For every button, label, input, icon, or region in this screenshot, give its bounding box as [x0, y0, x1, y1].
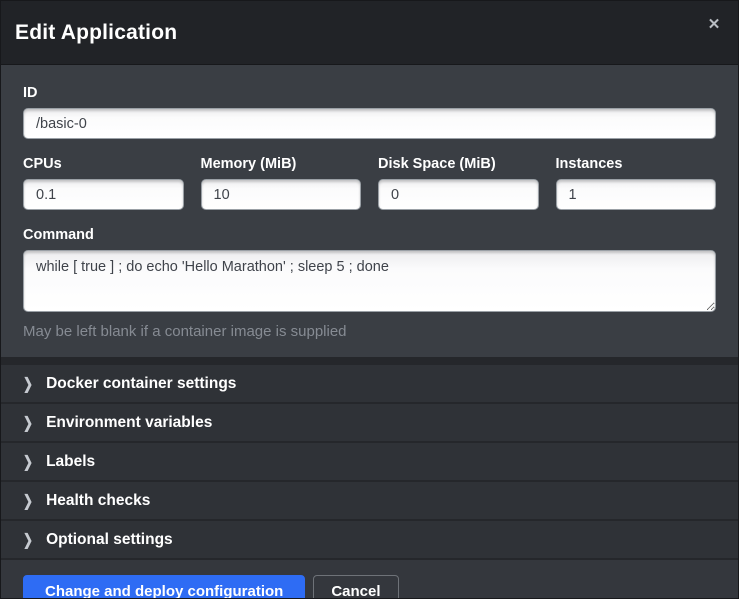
modal-header: Edit Application ✕: [1, 1, 738, 65]
command-help-text: May be left blank if a container image i…: [23, 323, 716, 340]
command-textarea[interactable]: while [ true ] ; do echo 'Hello Marathon…: [23, 250, 716, 312]
id-field-group: ID: [23, 85, 716, 139]
modal-footer: Change and deploy configuration Cancel: [1, 560, 738, 599]
modal-title: Edit Application: [15, 21, 177, 45]
chevron-right-icon: ❯: [23, 374, 33, 392]
chevron-right-icon: ❯: [23, 452, 33, 470]
section-label: Environment variables: [46, 414, 212, 432]
section-label: Health checks: [46, 492, 150, 510]
section-label: Docker container settings: [46, 375, 236, 393]
section-docker-container-settings[interactable]: ❯ Docker container settings: [1, 365, 738, 402]
section-label: Optional settings: [46, 531, 173, 549]
section-health-checks[interactable]: ❯ Health checks: [1, 482, 738, 519]
close-button[interactable]: ✕: [704, 15, 724, 35]
edit-application-modal: Edit Application ✕ ID CPUs Memory (MiB) …: [0, 0, 739, 599]
command-field-group: Command while [ true ] ; do echo 'Hello …: [23, 227, 716, 340]
resources-row: CPUs Memory (MiB) Disk Space (MiB) Insta…: [23, 156, 716, 210]
command-label: Command: [23, 227, 716, 243]
instances-field-group: Instances: [556, 156, 717, 210]
memory-label: Memory (MiB): [201, 156, 362, 172]
instances-input[interactable]: [556, 179, 717, 210]
cancel-button[interactable]: Cancel: [313, 575, 398, 599]
instances-label: Instances: [556, 156, 717, 172]
close-icon: ✕: [708, 16, 721, 33]
section-label: Labels: [46, 453, 95, 471]
id-label: ID: [23, 85, 716, 101]
disk-field-group: Disk Space (MiB): [378, 156, 539, 210]
change-and-deploy-button[interactable]: Change and deploy configuration: [23, 575, 305, 599]
id-input[interactable]: [23, 108, 716, 139]
cpus-label: CPUs: [23, 156, 184, 172]
edit-form: ID CPUs Memory (MiB) Disk Space (MiB) In…: [1, 65, 738, 357]
cpus-field-group: CPUs: [23, 156, 184, 210]
chevron-right-icon: ❯: [23, 491, 33, 509]
memory-field-group: Memory (MiB): [201, 156, 362, 210]
collapsible-sections: ❯ Docker container settings ❯ Environmen…: [1, 357, 738, 560]
disk-input[interactable]: [378, 179, 539, 210]
section-optional-settings[interactable]: ❯ Optional settings: [1, 521, 738, 558]
chevron-right-icon: ❯: [23, 413, 33, 431]
memory-input[interactable]: [201, 179, 362, 210]
section-labels[interactable]: ❯ Labels: [1, 443, 738, 480]
cpus-input[interactable]: [23, 179, 184, 210]
disk-label: Disk Space (MiB): [378, 156, 539, 172]
chevron-right-icon: ❯: [23, 530, 33, 548]
section-environment-variables[interactable]: ❯ Environment variables: [1, 404, 738, 441]
